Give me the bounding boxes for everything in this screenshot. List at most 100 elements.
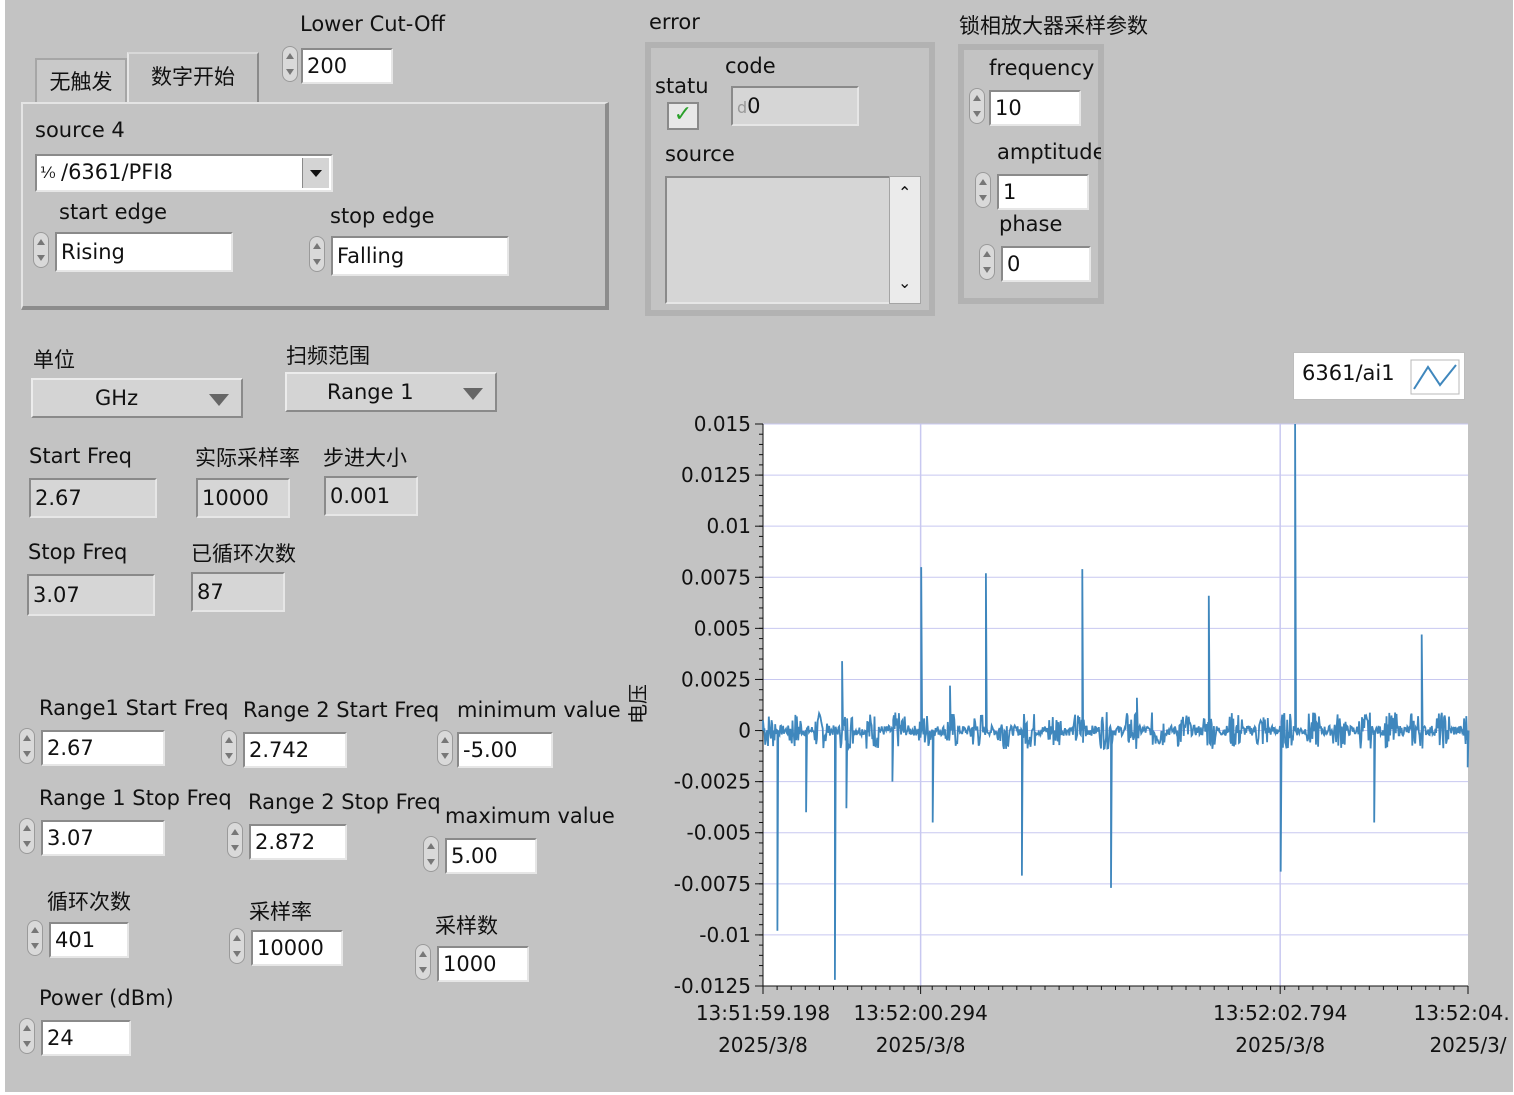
- start-freq-indicator: 2.67: [29, 478, 157, 518]
- start-edge-label: start edge: [59, 200, 168, 224]
- sample-rate-spinner[interactable]: [229, 928, 245, 964]
- scroll-down-icon[interactable]: ⌄: [898, 275, 911, 291]
- tab-digital-start[interactable]: 数字开始: [127, 52, 259, 104]
- power-label: Power (dBm): [39, 986, 174, 1010]
- lower-cutoff-field[interactable]: 200: [301, 48, 393, 84]
- error-title: error: [649, 10, 700, 34]
- y-tick-label: 0.005: [694, 616, 751, 640]
- ring-arrow-icon: [209, 394, 229, 406]
- minimum-value-spinner[interactable]: [437, 730, 453, 766]
- waveform-chart[interactable]: 电压 0.015 0.0125 0.01 0.0075 0.005 0.0025 0 -0.0…: [605, 400, 1510, 1060]
- legend-label: 6361/ai1: [1302, 361, 1395, 385]
- code-format-prefix: d: [737, 98, 748, 117]
- start-edge-spinner[interactable]: [33, 232, 49, 268]
- step-size-indicator: 0.001: [324, 476, 418, 516]
- range1-start-spinner[interactable]: [19, 728, 35, 764]
- lower-cutoff-spinner[interactable]: [282, 46, 298, 82]
- dropdown-arrow-icon[interactable]: [302, 158, 329, 188]
- range2-start-spinner[interactable]: [221, 730, 237, 766]
- y-tick-label: 0.01: [706, 514, 751, 538]
- scroll-up-icon[interactable]: ⌃: [898, 185, 911, 201]
- source-label: source 4: [35, 118, 125, 142]
- error-source-text: [665, 176, 891, 304]
- samples-spinner[interactable]: [415, 944, 431, 980]
- error-source-label: source: [665, 142, 735, 166]
- x-tick-date: 2025/3/: [1429, 1033, 1506, 1057]
- sweep-range-ring[interactable]: Range 1: [285, 372, 497, 412]
- range1-stop-spinner[interactable]: [19, 818, 35, 854]
- io-icon: ⅟₀: [40, 163, 56, 182]
- loops-field[interactable]: 401: [49, 922, 129, 958]
- maximum-value-field[interactable]: 5.00: [445, 838, 537, 874]
- frequency-spinner[interactable]: [969, 88, 985, 124]
- y-tick-label: -0.0025: [674, 770, 751, 794]
- plot-legend[interactable]: 6361/ai1: [1293, 352, 1465, 400]
- range1-start-field[interactable]: 2.67: [41, 730, 165, 766]
- x-tick-label: 13:52:00.294: [853, 1001, 987, 1025]
- phase-spinner[interactable]: [979, 244, 995, 280]
- power-field[interactable]: 24: [41, 1020, 131, 1056]
- unit-label: 单位: [33, 348, 75, 372]
- error-code-value: 0: [747, 94, 761, 118]
- range1-stop-field[interactable]: 3.07: [41, 820, 165, 856]
- stop-edge-field[interactable]: Falling: [331, 236, 509, 276]
- loops-label: 循环次数: [47, 890, 131, 914]
- y-tick-label: 0.0125: [681, 463, 751, 487]
- tab-no-trigger[interactable]: 无触发: [35, 58, 127, 104]
- stop-freq-indicator: 3.07: [27, 574, 155, 616]
- y-tick-label: -0.01: [699, 923, 751, 947]
- sweep-range-value: Range 1: [327, 380, 414, 404]
- x-tick-date: 2025/3/8: [1235, 1033, 1325, 1057]
- samples-field[interactable]: 1000: [437, 946, 529, 982]
- range1-stop-label: Range 1 Stop Freq: [39, 786, 232, 810]
- start-freq-label: Start Freq: [29, 444, 132, 468]
- loops-done-label: 已循环次数: [191, 542, 296, 566]
- loops-spinner[interactable]: [27, 920, 43, 956]
- source-select-value: /6361/PFI8: [61, 160, 173, 184]
- amplitude-spinner[interactable]: [975, 172, 991, 208]
- stop-edge-spinner[interactable]: [309, 236, 325, 272]
- sample-rate-label: 采样率: [249, 900, 312, 924]
- minimum-value-field[interactable]: -5.00: [457, 732, 553, 768]
- x-tick-label: 13:52:04.1: [1414, 1001, 1510, 1025]
- range2-start-field[interactable]: 2.742: [243, 732, 347, 768]
- actual-rate-label: 实际采样率: [195, 446, 300, 470]
- y-tick-label: 0: [738, 719, 751, 743]
- plot-area: [763, 424, 1468, 986]
- start-edge-field[interactable]: Rising: [55, 232, 233, 272]
- lower-cutoff-label: Lower Cut-Off: [300, 12, 445, 36]
- x-tick-label: 13:51:59.198: [696, 1001, 830, 1025]
- range1-start-label: Range1 Start Freq: [39, 696, 229, 720]
- y-tick-label: 0.0025: [681, 667, 751, 691]
- range2-stop-spinner[interactable]: [227, 822, 243, 858]
- unit-value: GHz: [95, 386, 139, 410]
- error-source-scrollbar[interactable]: ⌃ ⌄: [889, 176, 921, 304]
- y-tick-label: -0.0075: [674, 872, 751, 896]
- y-axis-title: 电压: [626, 684, 650, 724]
- amplitude-field[interactable]: 1: [997, 174, 1089, 210]
- legend-line-icon: [1410, 359, 1460, 395]
- frequency-field[interactable]: 10: [989, 90, 1081, 126]
- range2-start-label: Range 2 Start Freq: [243, 698, 440, 722]
- error-code-label: code: [725, 54, 776, 78]
- ring-arrow-icon: [463, 388, 483, 400]
- loops-done-indicator: 87: [191, 572, 285, 612]
- power-spinner[interactable]: [19, 1018, 35, 1054]
- stop-freq-label: Stop Freq: [28, 540, 128, 564]
- lockin-title: 锁相放大器采样参数: [959, 14, 1148, 38]
- range2-stop-label: Range 2 Stop Freq: [248, 790, 441, 814]
- range2-stop-field[interactable]: 2.872: [249, 824, 347, 860]
- sweep-range-label: 扫频范围: [286, 344, 370, 368]
- y-tick-label: 0.0075: [681, 565, 751, 589]
- actual-rate-indicator: 10000: [196, 478, 290, 518]
- maximum-value-label: maximum value: [445, 804, 615, 828]
- unit-ring[interactable]: GHz: [31, 378, 243, 418]
- sample-rate-field[interactable]: 10000: [251, 930, 343, 966]
- frequency-label: frequency: [989, 56, 1095, 80]
- y-tick-label: -0.0125: [674, 974, 751, 998]
- phase-field[interactable]: 0: [1001, 246, 1091, 282]
- stop-edge-label: stop edge: [330, 204, 435, 228]
- maximum-value-spinner[interactable]: [423, 836, 439, 872]
- step-size-label: 步进大小: [323, 446, 407, 470]
- source-select[interactable]: ⅟₀ /6361/PFI8: [35, 154, 333, 192]
